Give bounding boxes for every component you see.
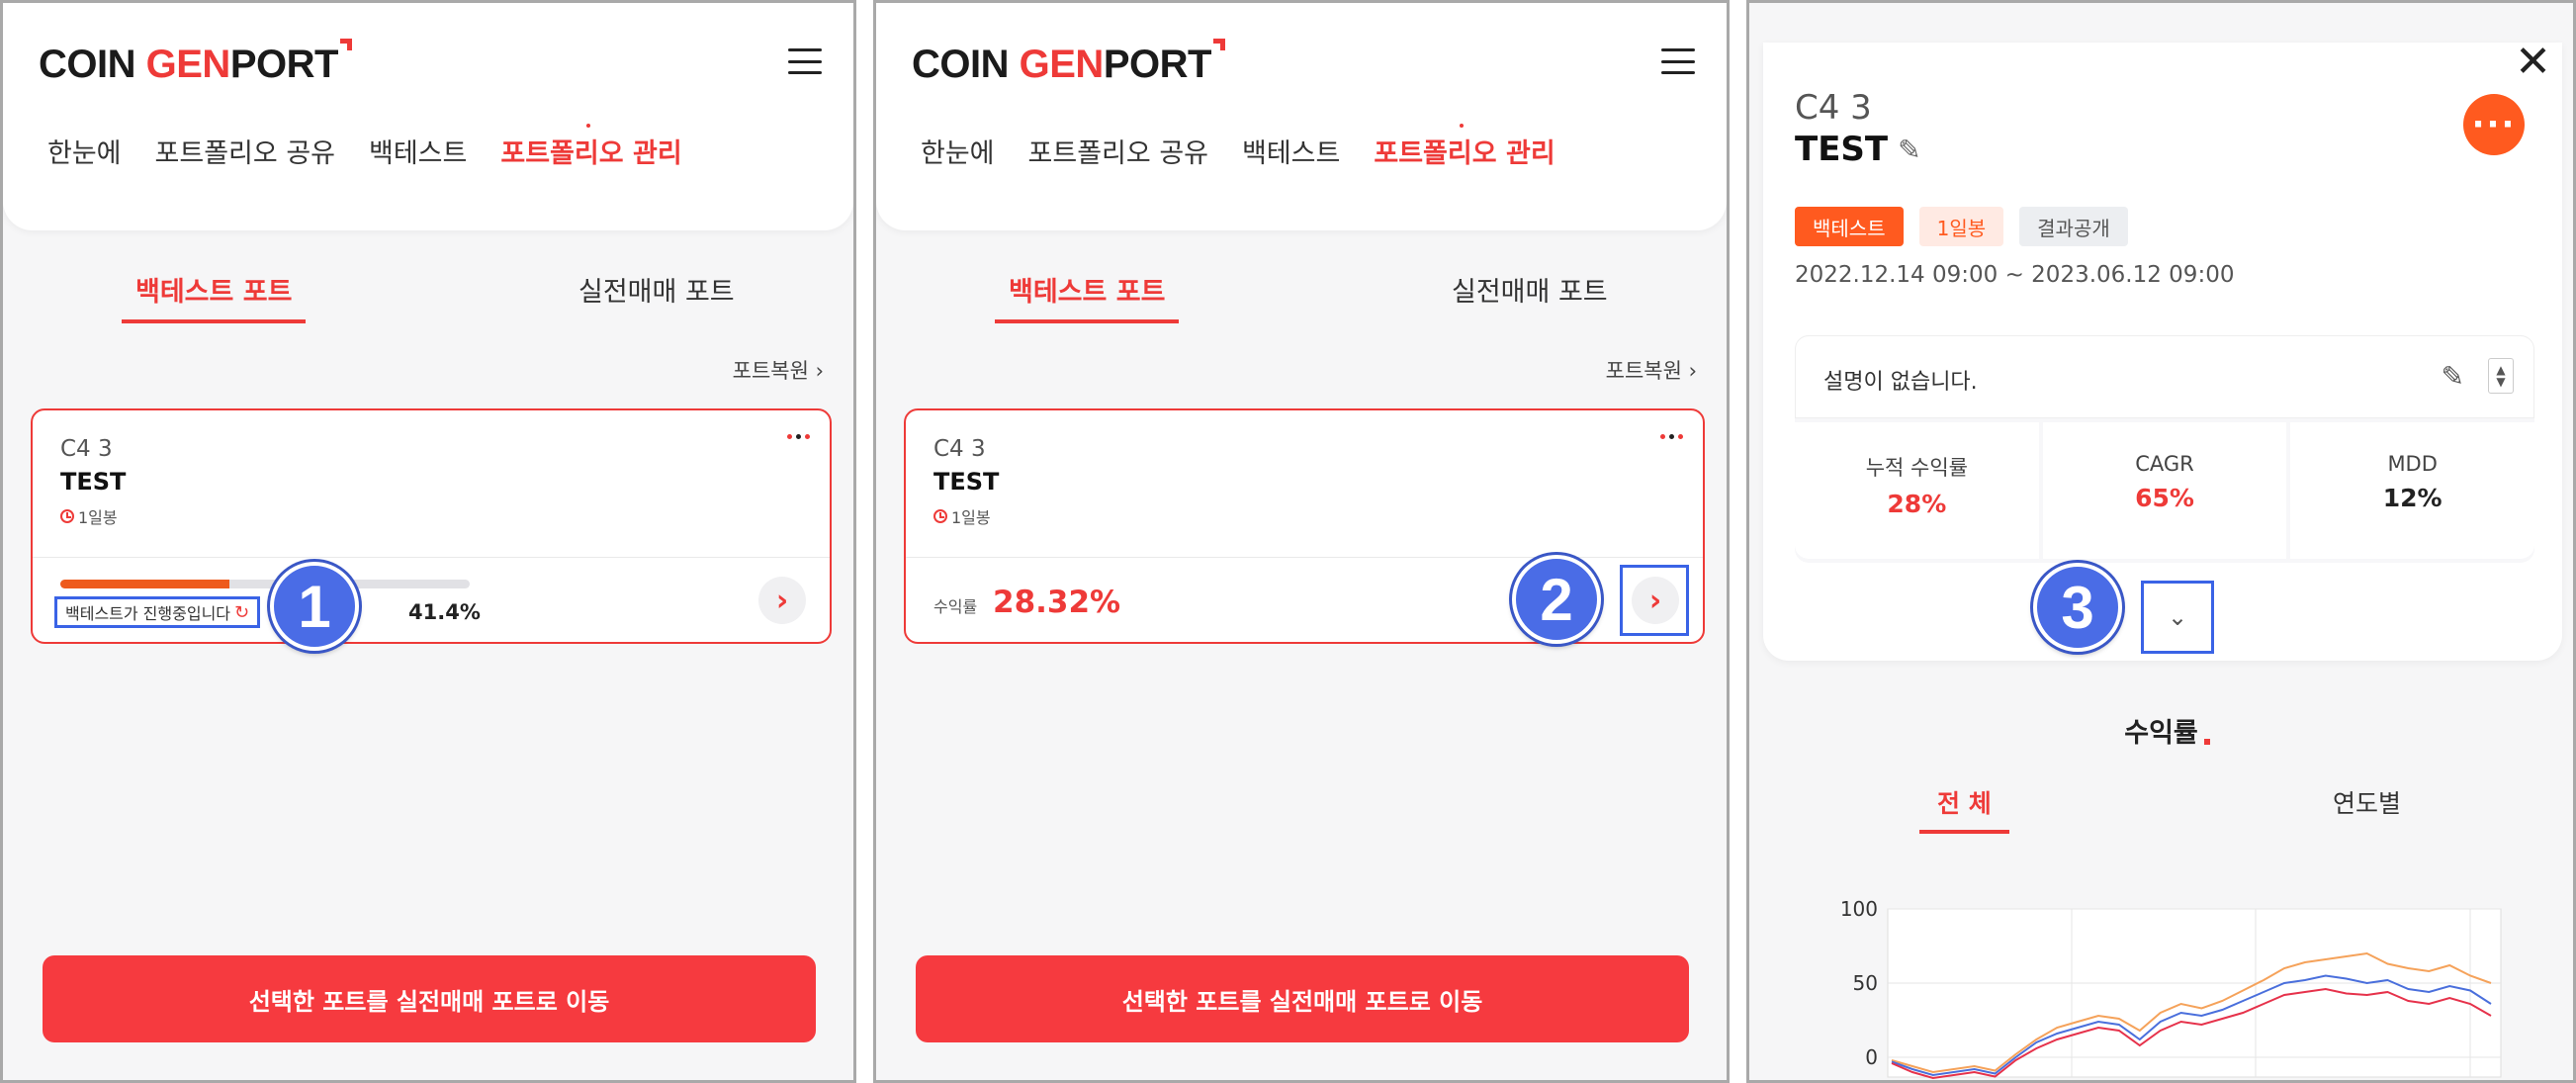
description-box: 설명이 없습니다. ✎ ▲ ▼ 누적 수익률 28% CAGR 65% MDD 12%: [1795, 335, 2535, 563]
logo[interactable]: COIN GENPORT: [912, 39, 1225, 87]
restore-link[interactable]: 포트복원 ›: [1606, 355, 1697, 385]
chevron-right-icon: ›: [1688, 359, 1697, 383]
divider: [33, 557, 830, 558]
more-options-icon[interactable]: [1660, 434, 1683, 439]
app-header: COIN GENPORT 한눈에 포트폴리오 공유 백테스트 포트폴리오 관리: [876, 3, 1727, 230]
main-nav: 한눈에 포트폴리오 공유 백테스트 포트폴리오 관리: [921, 124, 1555, 170]
chart-plot-area: [1887, 908, 2502, 1078]
port-tabs: 백테스트 포트 실전매매 포트: [3, 270, 853, 329]
restore-link[interactable]: 포트복원 ›: [733, 355, 824, 385]
edit-pencil-icon[interactable]: ✎: [2442, 360, 2464, 393]
description-text: 설명이 없습니다.: [1823, 370, 1978, 395]
stats-row: 누적 수익률 28% CAGR 65% MDD 12%: [1795, 422, 2535, 559]
chart-y-tick-label: 0: [1865, 1045, 1878, 1069]
nav-overview[interactable]: 한눈에: [47, 132, 122, 170]
port-interval: 1일봉: [933, 504, 991, 528]
tag-public: 결과공개: [2019, 207, 2128, 246]
app-header: COIN GENPORT 한눈에 포트폴리오 공유 백테스트 포트폴리오 관리: [3, 3, 853, 230]
nav-backtest[interactable]: 백테스트: [1242, 132, 1340, 170]
tab-live-port[interactable]: 실전매매 포트: [1452, 270, 1608, 309]
step-badge-2: 2: [1512, 555, 1601, 644]
expand-button[interactable]: ⌄: [2141, 581, 2214, 654]
tag-list: 백테스트 1일봉 결과공개: [1795, 207, 2128, 246]
tab-live-port[interactable]: 실전매매 포트: [578, 270, 735, 309]
stat-mdd: MDD 12%: [2290, 422, 2535, 559]
return-value: 28.32%: [993, 585, 1121, 620]
spinner-icon[interactable]: ▲ ▼: [2488, 358, 2514, 394]
section-title: 수익률: [2124, 718, 2198, 749]
port-title: TEST: [933, 468, 1000, 496]
tab-backtest-port[interactable]: 백테스트 포트: [994, 270, 1180, 323]
highlight-box: [1620, 565, 1689, 636]
backtest-progress-bar: [60, 580, 470, 588]
tag-interval: 1일봉: [1918, 207, 2004, 246]
description-row: 설명이 없습니다. ✎ ▲ ▼: [1795, 335, 2534, 418]
port-name: C4 3: [933, 436, 986, 462]
nav-backtest[interactable]: 백테스트: [369, 132, 467, 170]
nav-portfolio-share[interactable]: 포트폴리오 공유: [155, 132, 335, 170]
chevron-right-icon: ›: [775, 583, 789, 618]
step-badge-3: 3: [2033, 563, 2122, 652]
chart-y-tick-label: 100: [1840, 897, 1878, 921]
port-interval: 1일봉: [60, 504, 118, 528]
tag-backtest: 백테스트: [1795, 207, 1904, 246]
stat-cagr: CAGR 65%: [2042, 422, 2287, 559]
refresh-icon[interactable]: ↻: [234, 602, 249, 623]
port-name: C4 3: [1795, 88, 1872, 128]
logo-mark-icon: [339, 39, 352, 50]
return-period-tabs: 전 체 연도별: [1749, 784, 2573, 844]
backtest-period: 2022.12.14 09:00 ~ 2023.06.12 09:00: [1795, 262, 2235, 288]
nav-portfolio-share[interactable]: 포트폴리오 공유: [1028, 132, 1208, 170]
clock-icon: [933, 509, 947, 523]
progress-percent: 41.4%: [408, 600, 481, 624]
tab-all[interactable]: 전 체: [1919, 784, 2009, 834]
screen-panel-3: C4 3 TEST ✎ ··· 백테스트 1일봉 결과공개 2022.12.14 …: [1746, 0, 2576, 1083]
move-to-live-button[interactable]: 선택한 포트를 실전매매 포트로 이동: [916, 955, 1689, 1042]
port-detail-card: C4 3 TEST ✎ ··· 백테스트 1일봉 결과공개 2022.12.14 …: [1763, 43, 2562, 661]
menu-icon[interactable]: [1661, 48, 1695, 74]
chart-y-tick-label: 50: [1853, 971, 1878, 995]
nav-portfolio-manage[interactable]: 포트폴리오 관리: [1374, 124, 1555, 170]
divider: [906, 557, 1703, 558]
chevron-down-icon: ⌄: [2167, 603, 2188, 631]
screen-panel-1: COIN GENPORT 한눈에 포트폴리오 공유 백테스트 포트폴리오 관리 …: [0, 0, 856, 1083]
step-badge-1: 1: [270, 562, 359, 651]
more-options-icon[interactable]: [787, 434, 810, 439]
chevron-right-icon: ›: [815, 359, 824, 383]
stat-cumulative-return: 누적 수익률 28%: [1795, 422, 2039, 559]
tab-backtest-port[interactable]: 백테스트 포트: [121, 270, 307, 323]
more-options-button[interactable]: ···: [2463, 94, 2525, 155]
tab-by-year[interactable]: 연도별: [2333, 784, 2401, 820]
edit-pencil-icon[interactable]: ✎: [1898, 134, 1920, 166]
clock-icon: [60, 509, 74, 523]
port-title: TEST: [60, 468, 127, 496]
close-icon[interactable]: ✕: [2515, 41, 2551, 84]
move-to-live-button[interactable]: 선택한 포트를 실전매매 포트로 이동: [43, 955, 816, 1042]
nav-portfolio-manage[interactable]: 포트폴리오 관리: [500, 124, 682, 170]
logo-mark-icon: [1212, 39, 1225, 50]
port-title: TEST ✎: [1795, 130, 1921, 169]
menu-icon[interactable]: [788, 48, 822, 74]
main-nav: 한눈에 포트폴리오 공유 백테스트 포트폴리오 관리: [47, 124, 682, 170]
return-chart: 0 50 100: [1840, 897, 2502, 1080]
nav-overview[interactable]: 한눈에: [921, 132, 995, 170]
port-card[interactable]: C4 3 TEST 1일봉 백테스트가 진행중입니다 ↻ 41.4% ›: [31, 408, 832, 644]
port-tabs: 백테스트 포트 실전매매 포트: [876, 270, 1727, 329]
return-label: 수익률: [933, 597, 978, 616]
backtest-status: 백테스트가 진행중입니다 ↻: [54, 596, 261, 628]
open-port-button[interactable]: ›: [758, 577, 806, 624]
screen-panel-2: COIN GENPORT 한눈에 포트폴리오 공유 백테스트 포트폴리오 관리 …: [873, 0, 1730, 1083]
logo[interactable]: COIN GENPORT: [39, 39, 352, 87]
port-name: C4 3: [60, 436, 113, 462]
